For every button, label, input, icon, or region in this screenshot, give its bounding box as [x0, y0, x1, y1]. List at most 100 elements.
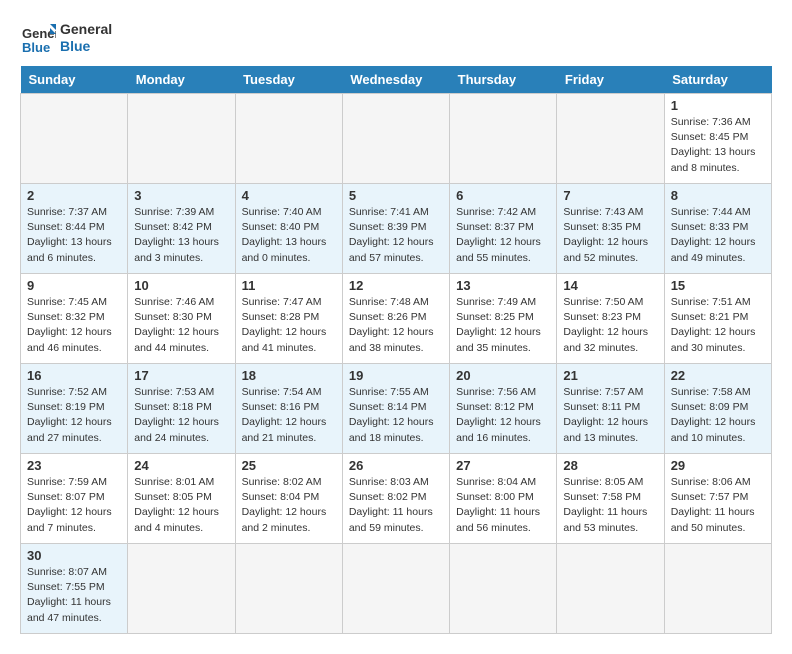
header-thursday: Thursday	[450, 66, 557, 94]
day-number: 3	[134, 188, 228, 203]
day-number: 2	[27, 188, 121, 203]
day-number: 21	[563, 368, 657, 383]
day-number: 17	[134, 368, 228, 383]
header-row: SundayMondayTuesdayWednesdayThursdayFrid…	[21, 66, 772, 94]
header-friday: Friday	[557, 66, 664, 94]
logo-icon: General Blue	[20, 20, 56, 56]
calendar-cell: 11 Sunrise: 7:47 AMSunset: 8:28 PMDayligh…	[235, 274, 342, 364]
day-number: 12	[349, 278, 443, 293]
day-info: Sunrise: 7:51 AMSunset: 8:21 PMDaylight:…	[671, 295, 765, 356]
day-number: 13	[456, 278, 550, 293]
calendar-cell	[128, 94, 235, 184]
calendar-cell	[557, 94, 664, 184]
calendar-cell: 9 Sunrise: 7:45 AMSunset: 8:32 PMDaylight…	[21, 274, 128, 364]
week-row-4: 16 Sunrise: 7:52 AMSunset: 8:19 PMDayligh…	[21, 364, 772, 454]
calendar-cell: 27 Sunrise: 8:04 AMSunset: 8:00 PMDayligh…	[450, 454, 557, 544]
day-info: Sunrise: 8:01 AMSunset: 8:05 PMDaylight:…	[134, 475, 228, 536]
header-sunday: Sunday	[21, 66, 128, 94]
calendar-cell: 1Sunrise: 7:36 AMSunset: 8:45 PMDaylight…	[664, 94, 771, 184]
page-header: General Blue General Blue	[20, 20, 772, 56]
day-number: 30	[27, 548, 121, 563]
calendar-cell: 15Sunrise: 7:51 AMSunset: 8:21 PMDayligh…	[664, 274, 771, 364]
day-info: Sunrise: 8:04 AMSunset: 8:00 PMDaylight:…	[456, 475, 550, 536]
calendar-cell: 4Sunrise: 7:40 AMSunset: 8:40 PMDaylight…	[235, 184, 342, 274]
day-number: 18	[242, 368, 336, 383]
day-info: Sunrise: 7:44 AMSunset: 8:33 PMDaylight:…	[671, 205, 765, 266]
day-info: Sunrise: 7:56 AMSunset: 8:12 PMDaylight:…	[456, 385, 550, 446]
day-number: 23	[27, 458, 121, 473]
calendar-cell: 8 Sunrise: 7:44 AMSunset: 8:33 PMDaylight…	[664, 184, 771, 274]
day-info: Sunrise: 8:03 AMSunset: 8:02 PMDaylight:…	[349, 475, 443, 536]
calendar-cell: 7 Sunrise: 7:43 AMSunset: 8:35 PMDaylight…	[557, 184, 664, 274]
calendar-cell: 29Sunrise: 8:06 AMSunset: 7:57 PMDayligh…	[664, 454, 771, 544]
calendar-cell: 23 Sunrise: 7:59 AMSunset: 8:07 PMDayligh…	[21, 454, 128, 544]
day-info: Sunrise: 7:57 AMSunset: 8:11 PMDaylight:…	[563, 385, 657, 446]
day-info: Sunrise: 7:41 AMSunset: 8:39 PMDaylight:…	[349, 205, 443, 266]
calendar-cell: 30Sunrise: 8:07 AMSunset: 7:55 PMDayligh…	[21, 544, 128, 634]
day-number: 26	[349, 458, 443, 473]
calendar-cell: 5 Sunrise: 7:41 AMSunset: 8:39 PMDaylight…	[342, 184, 449, 274]
day-number: 9	[27, 278, 121, 293]
logo-blue: Blue	[60, 38, 90, 54]
calendar-cell: 20 Sunrise: 7:56 AMSunset: 8:12 PMDayligh…	[450, 364, 557, 454]
week-row-2: 2Sunrise: 7:37 AMSunset: 8:44 PMDaylight…	[21, 184, 772, 274]
day-info: Sunrise: 7:43 AMSunset: 8:35 PMDaylight:…	[563, 205, 657, 266]
day-info: Sunrise: 7:55 AMSunset: 8:14 PMDaylight:…	[349, 385, 443, 446]
day-info: Sunrise: 7:53 AMSunset: 8:18 PMDaylight:…	[134, 385, 228, 446]
calendar-cell: 2Sunrise: 7:37 AMSunset: 8:44 PMDaylight…	[21, 184, 128, 274]
day-info: Sunrise: 7:52 AMSunset: 8:19 PMDaylight:…	[27, 385, 121, 446]
day-number: 28	[563, 458, 657, 473]
day-number: 11	[242, 278, 336, 293]
week-row-6: 30Sunrise: 8:07 AMSunset: 7:55 PMDayligh…	[21, 544, 772, 634]
logo-general: General	[60, 21, 112, 37]
calendar-cell: 26 Sunrise: 8:03 AMSunset: 8:02 PMDayligh…	[342, 454, 449, 544]
week-row-1: 1Sunrise: 7:36 AMSunset: 8:45 PMDaylight…	[21, 94, 772, 184]
calendar-cell: 16 Sunrise: 7:52 AMSunset: 8:19 PMDayligh…	[21, 364, 128, 454]
day-number: 5	[349, 188, 443, 203]
day-info: Sunrise: 7:54 AMSunset: 8:16 PMDaylight:…	[242, 385, 336, 446]
day-info: Sunrise: 8:06 AMSunset: 7:57 PMDaylight:…	[671, 475, 765, 536]
week-row-5: 23 Sunrise: 7:59 AMSunset: 8:07 PMDayligh…	[21, 454, 772, 544]
day-number: 22	[671, 368, 765, 383]
calendar-cell: 6Sunrise: 7:42 AMSunset: 8:37 PMDaylight…	[450, 184, 557, 274]
calendar-cell: 22Sunrise: 7:58 AMSunset: 8:09 PMDayligh…	[664, 364, 771, 454]
header-monday: Monday	[128, 66, 235, 94]
calendar-cell: 19 Sunrise: 7:55 AMSunset: 8:14 PMDayligh…	[342, 364, 449, 454]
calendar-cell: 18 Sunrise: 7:54 AMSunset: 8:16 PMDayligh…	[235, 364, 342, 454]
calendar-cell: 10Sunrise: 7:46 AMSunset: 8:30 PMDayligh…	[128, 274, 235, 364]
calendar-cell	[450, 544, 557, 634]
svg-text:Blue: Blue	[22, 40, 50, 55]
day-number: 24	[134, 458, 228, 473]
calendar-cell: 3 Sunrise: 7:39 AMSunset: 8:42 PMDaylight…	[128, 184, 235, 274]
day-number: 27	[456, 458, 550, 473]
calendar-cell: 14Sunrise: 7:50 AMSunset: 8:23 PMDayligh…	[557, 274, 664, 364]
day-info: Sunrise: 7:39 AMSunset: 8:42 PMDaylight:…	[134, 205, 228, 266]
day-info: Sunrise: 7:45 AMSunset: 8:32 PMDaylight:…	[27, 295, 121, 356]
calendar-cell: 28Sunrise: 8:05 AMSunset: 7:58 PMDayligh…	[557, 454, 664, 544]
day-info: Sunrise: 7:48 AMSunset: 8:26 PMDaylight:…	[349, 295, 443, 356]
day-info: Sunrise: 7:36 AMSunset: 8:45 PMDaylight:…	[671, 115, 765, 176]
day-number: 19	[349, 368, 443, 383]
calendar-cell	[21, 94, 128, 184]
day-info: Sunrise: 7:59 AMSunset: 8:07 PMDaylight:…	[27, 475, 121, 536]
calendar-cell: 21 Sunrise: 7:57 AMSunset: 8:11 PMDayligh…	[557, 364, 664, 454]
header-saturday: Saturday	[664, 66, 771, 94]
calendar-cell	[342, 544, 449, 634]
calendar-cell: 13 Sunrise: 7:49 AMSunset: 8:25 PMDayligh…	[450, 274, 557, 364]
header-tuesday: Tuesday	[235, 66, 342, 94]
calendar-cell: 24 Sunrise: 8:01 AMSunset: 8:05 PMDayligh…	[128, 454, 235, 544]
day-number: 16	[27, 368, 121, 383]
calendar-cell	[235, 94, 342, 184]
day-number: 14	[563, 278, 657, 293]
day-info: Sunrise: 7:40 AMSunset: 8:40 PMDaylight:…	[242, 205, 336, 266]
calendar-cell: 12 Sunrise: 7:48 AMSunset: 8:26 PMDayligh…	[342, 274, 449, 364]
day-number: 8	[671, 188, 765, 203]
day-number: 7	[563, 188, 657, 203]
calendar-table: SundayMondayTuesdayWednesdayThursdayFrid…	[20, 66, 772, 634]
calendar-cell	[664, 544, 771, 634]
day-number: 20	[456, 368, 550, 383]
calendar-cell	[557, 544, 664, 634]
day-number: 10	[134, 278, 228, 293]
day-info: Sunrise: 7:49 AMSunset: 8:25 PMDaylight:…	[456, 295, 550, 356]
day-info: Sunrise: 7:47 AMSunset: 8:28 PMDaylight:…	[242, 295, 336, 356]
